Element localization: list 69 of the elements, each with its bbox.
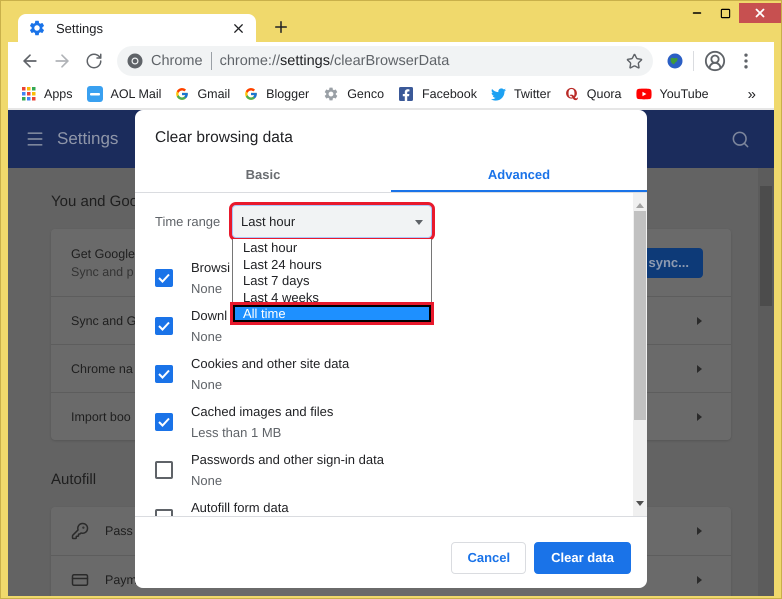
- bookmark[interactable]: AOL Mail: [86, 86, 162, 102]
- time-range-select[interactable]: Last hour: [232, 205, 432, 238]
- clear-data-button[interactable]: Clear data: [534, 542, 631, 574]
- scrollbar[interactable]: [758, 168, 774, 596]
- bookmark[interactable]: Blogger: [244, 87, 310, 101]
- item-detail: None: [191, 280, 222, 298]
- maximize-icon[interactable]: [720, 8, 730, 18]
- quora-logo-icon: [564, 87, 579, 101]
- youtube-logo-icon: [636, 86, 652, 102]
- dialog-tab[interactable]: Basic: [135, 158, 391, 192]
- checkbox[interactable]: [155, 269, 173, 287]
- chrome-logo-icon: [127, 53, 143, 69]
- item-detail: Less than 1 MB: [191, 424, 282, 442]
- bookmark[interactable]: Genco: [323, 86, 384, 102]
- bookmark[interactable]: Twitter: [490, 86, 551, 102]
- apps-grid-icon: [22, 87, 36, 101]
- dialog-tab[interactable]: Advanced: [391, 158, 647, 192]
- new-tab-icon[interactable]: [272, 18, 290, 36]
- search-icon[interactable]: [731, 130, 750, 148]
- dropdown-arrow-icon: [415, 218, 423, 226]
- bird-logo-icon: [490, 86, 506, 102]
- address-bar[interactable]: Chrome chrome://settings/clearBrowserData: [117, 46, 653, 76]
- checkbox[interactable]: [155, 413, 173, 431]
- page-title: Settings: [57, 129, 118, 149]
- browser-tab[interactable]: Settings: [18, 14, 256, 42]
- settings-icon: [28, 19, 46, 37]
- star-icon[interactable]: [626, 52, 643, 70]
- bookmark[interactable]: Quora: [564, 87, 622, 101]
- settings-row-title: Pass: [105, 524, 133, 538]
- scrollbar[interactable]: [633, 193, 647, 516]
- item-title: Browsi: [191, 260, 230, 275]
- item-title: Cookies and other site data: [191, 356, 350, 371]
- settings-row-title: Import boo: [71, 410, 131, 424]
- more-bookmarks-button[interactable]: »: [748, 86, 756, 102]
- bookmark[interactable]: Gmail: [175, 87, 230, 101]
- globe-icon[interactable]: [667, 53, 683, 69]
- chevron-icon: [695, 364, 703, 372]
- facebook-logo-icon: [398, 86, 414, 102]
- bookmark[interactable]: Facebook: [398, 86, 477, 102]
- item-title: Downl: [191, 308, 228, 323]
- chevron-icon: [695, 316, 703, 324]
- profile-icon[interactable]: [704, 50, 726, 72]
- settings-row-title: Chrome na: [71, 362, 133, 376]
- google-logo-icon: [175, 87, 190, 101]
- settings-row-title: Get Google: [71, 246, 135, 260]
- item-detail: None: [191, 376, 222, 394]
- item-detail: None: [191, 328, 222, 346]
- close-window-button[interactable]: [739, 3, 781, 23]
- reload-icon[interactable]: [85, 52, 103, 70]
- item-title: Passwords and other sign-in data: [191, 452, 384, 467]
- time-range-label: Time range: [155, 214, 222, 229]
- checkbox[interactable]: [155, 461, 173, 479]
- checkbox[interactable]: [155, 317, 173, 335]
- key-icon: [71, 522, 89, 540]
- bookmark[interactable]: YouTube: [636, 86, 709, 102]
- gear-icon: [323, 86, 340, 102]
- chevron-icon: [695, 412, 703, 420]
- aol-logo-icon: [86, 86, 102, 102]
- chevron-icon: [695, 576, 703, 584]
- item-detail: None: [191, 472, 222, 490]
- checkbox[interactable]: [155, 365, 173, 383]
- section-heading: Autofill: [51, 472, 96, 488]
- item-title: Autofill form data: [191, 500, 289, 515]
- chevron-icon: [695, 527, 703, 535]
- cancel-button[interactable]: Cancel: [451, 542, 526, 574]
- item-title: Cached images and files: [191, 404, 334, 419]
- google-logo-icon: [244, 87, 258, 101]
- dialog-title: Clear browsing data: [154, 128, 294, 148]
- bookmark[interactable]: Apps: [22, 87, 72, 101]
